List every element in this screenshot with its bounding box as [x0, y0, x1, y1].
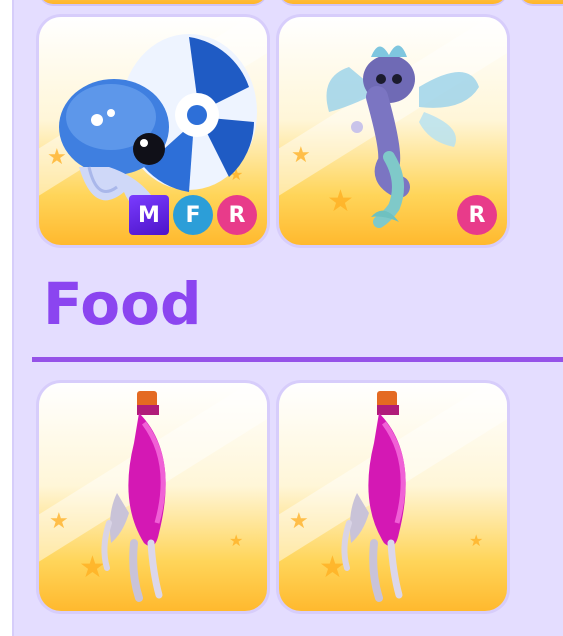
potion-bottle-image [101, 391, 166, 602]
inventory-card-partial[interactable] [519, 0, 563, 4]
pet-badges: R [457, 195, 497, 235]
inventory-card-partial[interactable] [39, 0, 267, 4]
food-card-potion[interactable]: ★ ★ ★ [279, 383, 507, 611]
section-divider [32, 357, 563, 362]
inventory-panel: ★ ★ M F R ★ ★ R Food ★ ★ ★ ★ ★ ★ [12, 0, 563, 636]
potion-bottle-image [341, 391, 406, 602]
pet-card-nautilus[interactable]: ★ ★ M F R [39, 17, 267, 245]
pet-badges: M F R [129, 195, 257, 235]
inventory-card-partial[interactable] [279, 0, 507, 4]
mega-neon-badge: M [129, 195, 169, 235]
fly-badge: F [173, 195, 213, 235]
section-title-food: Food [43, 270, 202, 338]
food-card-potion[interactable]: ★ ★ ★ [39, 383, 267, 611]
pet-card-seahorse-dragon[interactable]: ★ ★ R [279, 17, 507, 245]
ride-badge: R [217, 195, 257, 235]
ride-badge: R [457, 195, 497, 235]
